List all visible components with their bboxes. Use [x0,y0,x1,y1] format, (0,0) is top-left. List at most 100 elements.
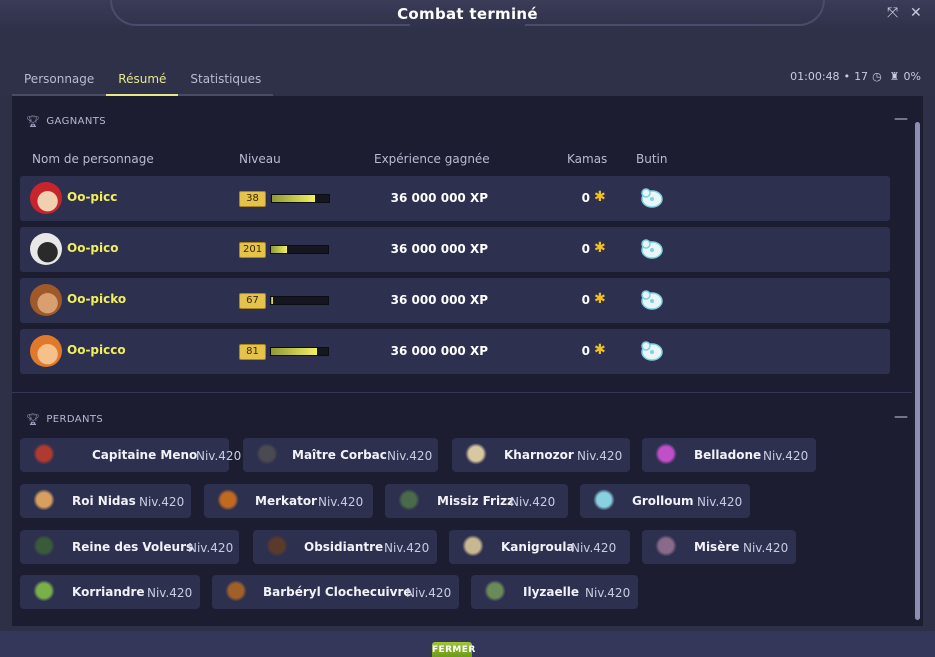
monster-icon [255,443,279,467]
monster-name: Reine des Voleurs [72,540,194,554]
monster-level: Niv.420 [577,449,623,463]
loser-chip[interactable]: Capitaine Meno Niv.420 [20,438,241,472]
loser-chip[interactable]: Kanigroula Niv.420 [449,530,630,564]
loser-chip[interactable]: Reine des Voleurs Niv.420 [20,530,239,564]
loser-chip[interactable]: Kharnozor Niv.420 [452,438,630,472]
monster-name: Grolloum [632,494,694,508]
loot-bag-icon[interactable] [638,236,664,260]
character-name[interactable]: Oo-picco [67,343,126,357]
level-badge: 81 [239,344,266,360]
kamas-amount: 0 [581,191,590,205]
loser-chip[interactable]: Grolloum Niv.420 [580,484,750,518]
loser-chip[interactable]: Barbéryl Clochecuivre Niv.420 [212,575,459,609]
xp-progress-fill [271,246,287,253]
close-button[interactable]: FERMER [432,642,475,657]
monster-icon [592,489,616,513]
monster-name: Kanigroula [501,540,575,554]
character-name[interactable]: Oo-picko [67,292,126,306]
character-avatar-icon [30,182,62,214]
xp-progress-bar [270,296,329,305]
monster-level: Niv.420 [387,449,433,463]
loser-chip[interactable]: Belladone Niv.420 [642,438,816,472]
character-name[interactable]: Oo-pico [67,241,119,255]
loser-chip[interactable]: Ilyzaelle Niv.420 [471,575,638,609]
monster-icon [461,535,485,559]
monster-icon [483,580,507,604]
xp-gained: 36 000 000 XP [390,191,488,205]
monster-level: Niv.420 [318,495,364,509]
trophy-icon: 🏆︎ [26,413,41,426]
minimize-icon[interactable]: ⤧ [887,5,898,21]
monster-icon [32,443,56,467]
monster-name: Maître Corbac [292,448,387,462]
monster-name: Obsidiantre [304,540,384,554]
xp-progress-bar [271,194,330,203]
kamas-amount: 0 [581,242,590,256]
column-level: Niveau [239,152,281,166]
character-name[interactable]: Oo-picc [67,190,117,204]
column-kamas: Kamas [567,152,608,166]
kamas-coin-icon: ✱ [594,189,606,205]
monster-level: Niv.420 [196,449,242,463]
monster-icon [397,489,421,513]
loser-chip[interactable]: Misère Niv.420 [642,530,796,564]
losers-title: PERDANTS [46,414,104,425]
loser-chip[interactable]: Roi Nidas Niv.420 [20,484,191,518]
monster-icon [265,535,289,559]
monster-name: Capitaine Meno [92,448,198,462]
xp-progress-fill [271,297,274,304]
monster-icon [32,580,56,604]
level-badge: 67 [239,293,266,309]
kamas-amount: 0 [581,344,590,358]
tab-personnage[interactable]: Personnage [12,64,107,96]
monster-level: Niv.420 [697,495,743,509]
winner-row[interactable]: Oo-picco 81 36 000 000 XP 0 ✱ [20,329,890,374]
character-avatar-icon [30,284,62,316]
loser-chip[interactable]: Merkator Niv.420 [204,484,373,518]
kamas-coin-icon: ✱ [594,240,606,256]
collapse-losers-icon[interactable]: — [894,409,908,425]
loser-chip[interactable]: Korriandre Niv.420 [20,575,200,609]
character-avatar-icon [30,233,62,265]
monster-name: Ilyzaelle [523,585,579,599]
level-badge: 201 [239,242,267,258]
xp-progress-fill [272,195,315,202]
monster-level: Niv.420 [147,586,193,600]
monster-icon [216,489,240,513]
losers-header: 🏆︎ PERDANTS [26,413,103,426]
collapse-winners-icon[interactable]: — [894,111,908,127]
column-name: Nom de personnage [32,152,154,166]
winner-row[interactable]: Oo-picc 38 36 000 000 XP 0 ✱ [20,176,890,221]
loot-bag-icon[interactable] [638,287,664,311]
loot-bag-icon[interactable] [638,338,664,362]
loser-chip[interactable]: Missiz Frizz Niv.420 [385,484,568,518]
close-icon[interactable]: ✕ [910,5,922,21]
winner-row[interactable]: Oo-pico 201 36 000 000 XP 0 ✱ [20,227,890,272]
winners-title: GAGNANTS [46,116,106,127]
monster-icon [224,580,248,604]
scrollbar[interactable] [915,122,920,620]
monster-level: Niv.420 [510,495,556,509]
winner-row[interactable]: Oo-picko 67 36 000 000 XP 0 ✱ [20,278,890,323]
monster-level: Niv.420 [763,449,809,463]
monster-level: Niv.420 [406,586,452,600]
xp-progress-bar [270,347,329,356]
monster-name: Kharnozor [504,448,574,462]
loot-bag-icon[interactable] [638,185,664,209]
bonus-icon: ♜ [889,70,900,83]
tab-resume[interactable]: Résumé [106,64,179,96]
tab-statistiques[interactable]: Statistiques [178,64,274,96]
xp-gained: 36 000 000 XP [390,344,488,358]
loser-chip[interactable]: Obsidiantre Niv.420 [253,530,437,564]
tab-bar: Personnage Résumé Statistiques [12,64,274,96]
monster-level: Niv.420 [188,541,234,555]
monster-icon [464,443,488,467]
monster-name: Misère [694,540,740,554]
section-divider [12,392,912,393]
loser-chip[interactable]: Maître Corbac Niv.420 [243,438,438,472]
kamas-coin-icon: ✱ [594,291,606,307]
monster-name: Missiz Frizz [437,494,515,508]
monster-level: Niv.420 [743,541,789,555]
monster-icon [32,489,56,513]
monster-name: Roi Nidas [72,494,136,508]
